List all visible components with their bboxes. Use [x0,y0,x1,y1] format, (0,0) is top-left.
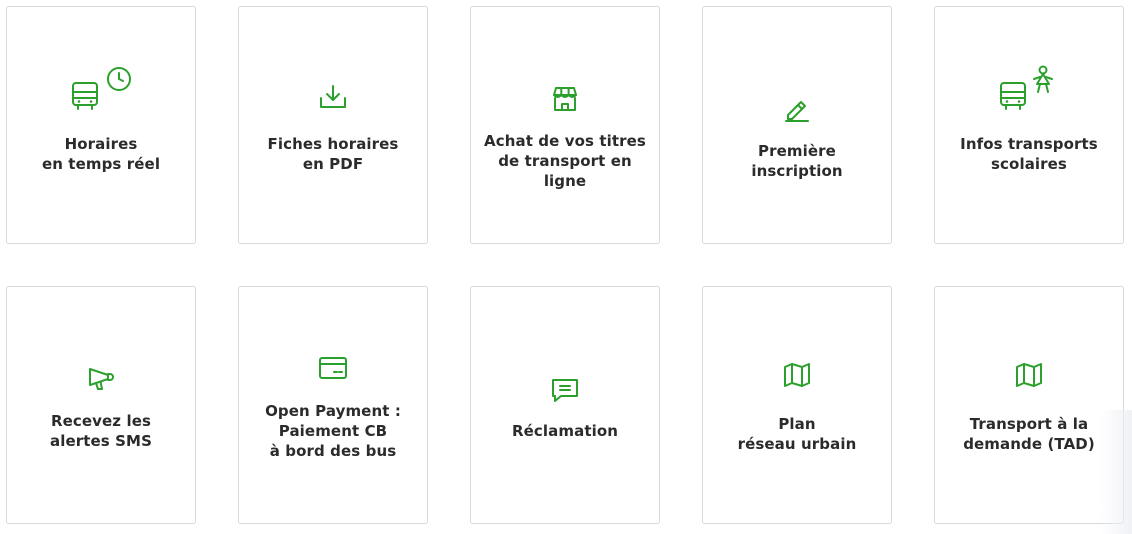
edge-shadow [1100,410,1132,534]
card-infos-transports-scolaires[interactable]: Infos transports scolaires [934,6,1124,244]
map-icon [703,361,891,389]
card-transport-a-la-demande[interactable]: Transport à la demande (TAD) [934,286,1124,524]
shop-icon [471,85,659,113]
card-label: Achat de vos titres de transport en lign… [484,132,646,190]
card-horaires-temps-reel[interactable]: Horaires en temps réel [6,6,196,244]
card-label: Horaires en temps réel [41,135,161,173]
credit-card-icon [239,355,427,381]
card-label: Plan réseau urbain [737,415,857,453]
bus-clock-icon [7,65,195,111]
map-icon [935,361,1123,389]
card-label: Première inscription [751,142,843,180]
card-plan-reseau-urbain[interactable]: Plan réseau urbain [702,286,892,524]
message-icon [471,376,659,404]
card-reclamation[interactable]: Réclamation [470,286,660,524]
card-achat-titres[interactable]: Achat de vos titres de transport en lign… [470,6,660,244]
card-alertes-sms[interactable]: Recevez les alertes SMS [6,286,196,524]
card-label: Open Payment : Paiement CB à bord des bu… [265,402,401,460]
card-label: Recevez les alertes SMS [50,412,152,450]
pencil-icon [703,95,891,123]
card-open-payment[interactable]: Open Payment : Paiement CB à bord des bu… [238,286,428,524]
download-icon [239,83,427,111]
card-fiches-horaires-pdf[interactable]: Fiches horaires en PDF [238,6,428,244]
card-label: Transport à la demande (TAD) [963,415,1095,453]
megaphone-icon [7,363,195,391]
card-label: Fiches horaires en PDF [267,135,399,173]
card-premiere-inscription[interactable]: Première inscription [702,6,892,244]
card-label: Réclamation [511,422,619,440]
card-label: Infos transports scolaires [960,135,1098,173]
services-grid: Horaires en temps réel Fiches horaires e… [0,0,1132,534]
bus-child-icon [935,65,1123,111]
